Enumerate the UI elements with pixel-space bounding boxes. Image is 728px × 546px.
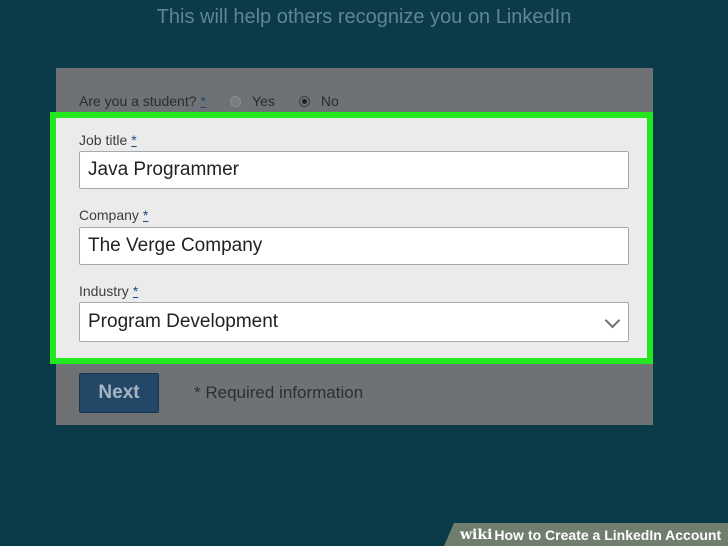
required-marker: * [200, 93, 206, 109]
student-no-radio[interactable] [298, 95, 310, 107]
wiki-title-text: to Create a LinkedIn Account [527, 526, 722, 543]
company-input[interactable] [79, 227, 629, 265]
student-no-label[interactable]: No [321, 93, 339, 109]
company-label: Company * [79, 207, 149, 223]
wiki-how-text: How [494, 526, 524, 543]
next-button[interactable]: Next [79, 373, 159, 413]
student-question-row: Are you a student? * Yes No [79, 92, 339, 110]
industry-select[interactable]: Program Development [79, 302, 629, 342]
page-subtitle: This will help others recognize you on L… [156, 6, 572, 28]
industry-label: Industry * [79, 283, 139, 299]
required-info-text: * Required information [194, 383, 364, 402]
industry-selected-value: Program Development [88, 311, 279, 332]
student-yes-label[interactable]: Yes [252, 93, 275, 109]
job-title-input[interactable] [79, 151, 629, 189]
job-title-label: Job title * [79, 132, 137, 148]
wikihow-watermark: wiki How to Create a LinkedIn Account [444, 523, 728, 546]
chevron-down-icon[interactable] [604, 312, 621, 329]
student-yes-radio[interactable] [229, 95, 241, 107]
student-question-label: Are you a student? [79, 93, 197, 109]
wiki-logo: wiki [460, 526, 493, 543]
